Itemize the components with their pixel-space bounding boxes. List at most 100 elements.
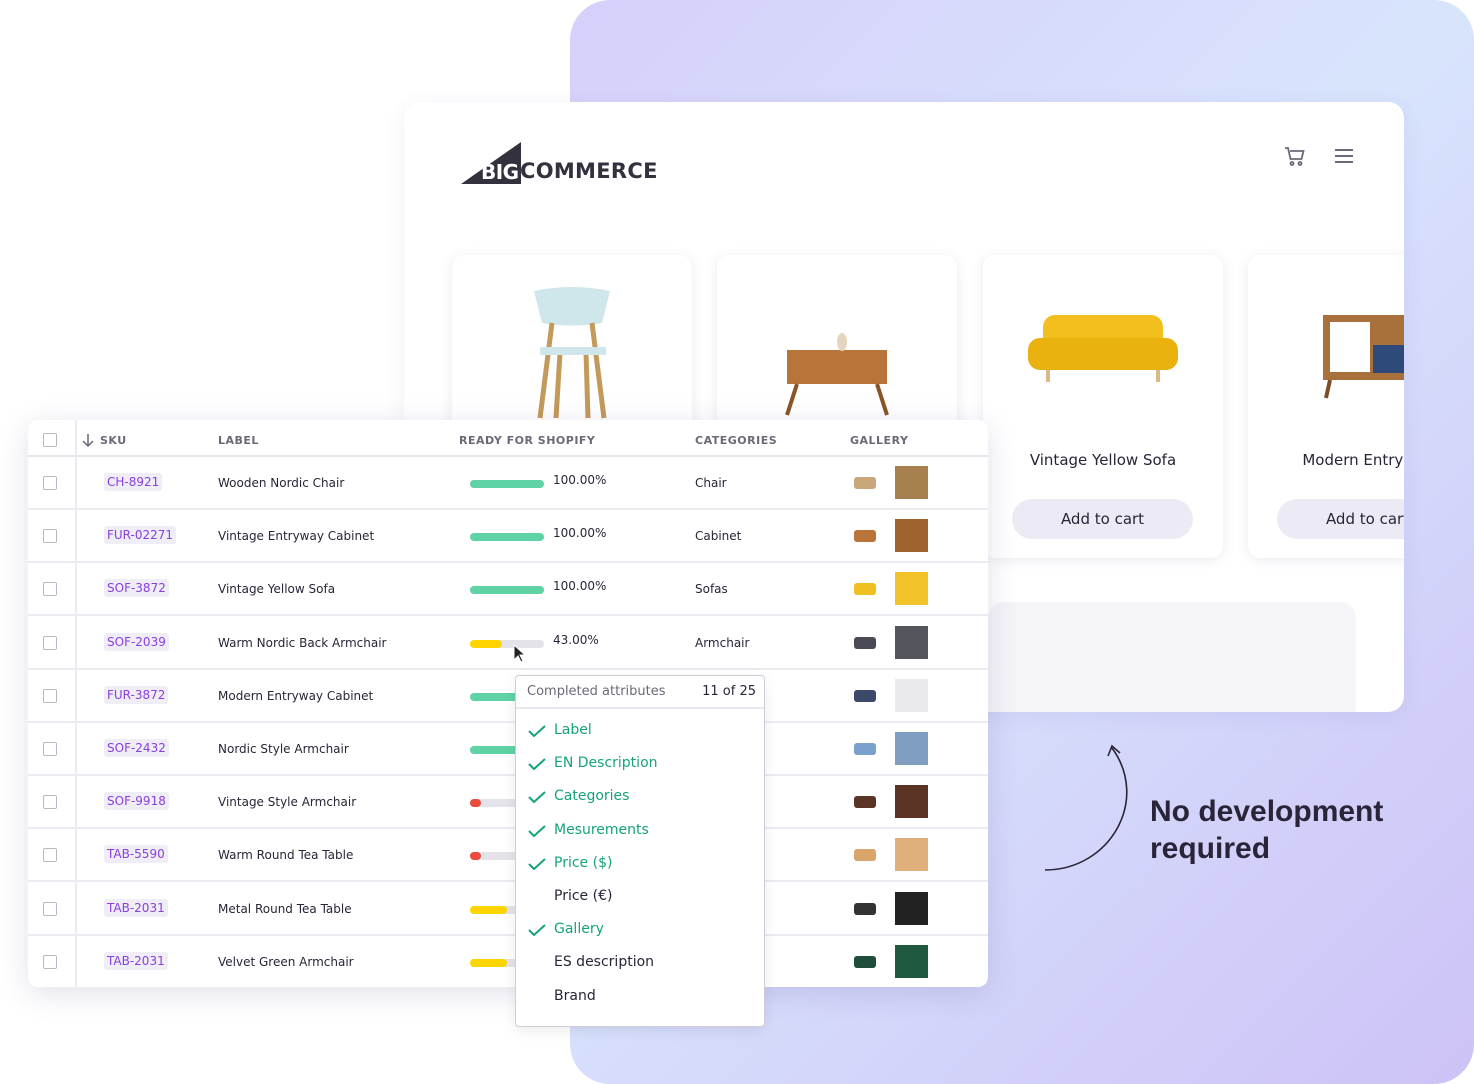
gallery-thumbnail[interactable]	[851, 788, 879, 816]
gallery-thumbnail[interactable]	[851, 735, 879, 763]
progress-bar[interactable]	[470, 639, 544, 648]
gallery-thumbnail[interactable]	[895, 466, 928, 499]
sku-badge[interactable]: TAB-5590	[104, 845, 168, 864]
gallery-thumbnail[interactable]	[851, 575, 879, 603]
row-checkbox[interactable]	[43, 476, 57, 490]
placeholder-block	[988, 602, 1356, 712]
sku-badge[interactable]: SOF-9918	[104, 792, 169, 811]
product-image	[1318, 310, 1404, 404]
product-label: Wooden Nordic Chair	[218, 476, 345, 490]
sku-badge[interactable]: SOF-2432	[104, 739, 169, 757]
sku-badge[interactable]: FUR-3872	[104, 685, 169, 704]
tooltip-title: Completed attributes	[527, 684, 666, 699]
row-checkbox[interactable]	[43, 529, 57, 544]
row-checkbox[interactable]	[43, 795, 57, 810]
table-row[interactable]: TAB-5590 Warm Round Tea Table	[28, 829, 988, 883]
product-title: Modern Entryway	[1302, 451, 1404, 469]
product-label: Warm Round Tea Table	[218, 848, 354, 863]
add-to-cart-button[interactable]: Add to cart	[1277, 499, 1404, 539]
sku-badge[interactable]: CH-8921	[104, 473, 163, 491]
table-row[interactable]: TAB-2031 Velvet Green Armchair	[28, 936, 988, 987]
sku-badge[interactable]: TAB-2031	[104, 951, 168, 970]
product-image	[777, 320, 897, 424]
check-icon	[528, 858, 546, 870]
gallery-thumbnail[interactable]	[851, 629, 879, 657]
add-to-cart-button[interactable]: Add to cart	[1012, 499, 1193, 539]
mouse-cursor-icon	[513, 644, 527, 663]
product-card[interactable]: Vintage Yellow Sofa Add to cart	[983, 255, 1223, 558]
gallery-thumbnail[interactable]	[851, 469, 879, 497]
attribute-item: Price ($)	[554, 854, 613, 871]
gallery-thumbnail[interactable]	[895, 891, 928, 925]
row-checkbox[interactable]	[43, 954, 57, 969]
gallery-thumbnail[interactable]	[895, 785, 928, 819]
gallery-thumbnail[interactable]	[895, 944, 928, 978]
product-image	[522, 283, 622, 427]
sku-badge[interactable]: TAB-2031	[104, 898, 168, 917]
progress-bar[interactable]	[470, 586, 544, 595]
row-checkbox[interactable]	[43, 688, 57, 703]
gallery-thumbnail[interactable]	[895, 519, 928, 553]
row-checkbox[interactable]	[43, 901, 57, 916]
gallery-thumbnail[interactable]	[895, 678, 928, 712]
row-checkbox[interactable]	[43, 742, 57, 756]
table-row[interactable]: SOF-2432 Nordic Style Armchair	[28, 723, 988, 776]
gallery-thumbnail[interactable]	[851, 841, 879, 869]
attribute-item: Brand	[554, 987, 596, 1004]
table-row[interactable]: SOF-9918 Vintage Style Armchair	[28, 776, 988, 830]
table-row[interactable]: FUR-3872 Modern Entryway Cabinet	[28, 670, 988, 723]
check-icon	[528, 725, 546, 737]
header-categories[interactable]: CATEGORIES	[695, 434, 777, 447]
table-row[interactable]: CH-8921 Wooden Nordic Chair 100.00% Chai…	[28, 457, 988, 510]
gallery-thumbnail[interactable]	[895, 732, 928, 765]
attribute-item: Mesurements	[554, 821, 649, 838]
tooltip-count: 11 of 25	[702, 684, 756, 699]
progress-percent: 43.00%	[553, 632, 599, 647]
bigcommerce-logo: BIG COMMERCE	[461, 142, 661, 187]
header-gallery[interactable]: GALLERY	[850, 434, 908, 447]
table-row[interactable]: SOF-2039 Warm Nordic Back Armchair 43.00…	[28, 617, 988, 670]
progress-bar[interactable]	[470, 533, 544, 542]
row-checkbox[interactable]	[43, 582, 57, 597]
product-label: Nordic Style Armchair	[218, 742, 349, 756]
sku-badge[interactable]: FUR-02271	[104, 526, 177, 545]
header-sku[interactable]: SKU	[100, 434, 127, 447]
gallery-thumbnail[interactable]	[851, 895, 879, 923]
header-label[interactable]: LABEL	[218, 434, 259, 447]
gallery-thumbnail[interactable]	[895, 838, 928, 872]
header-ready[interactable]: READY FOR SHOPIFY	[459, 434, 595, 447]
sku-badge[interactable]: SOF-3872	[104, 579, 169, 598]
check-icon	[528, 924, 546, 937]
gallery-thumbnail[interactable]	[851, 682, 879, 710]
gallery-thumbnail[interactable]	[851, 948, 879, 976]
product-card[interactable]: Modern Entryway Add to cart	[1248, 255, 1404, 558]
gallery-thumbnail[interactable]	[851, 522, 879, 550]
cart-icon[interactable]	[1283, 144, 1307, 168]
select-all-checkbox[interactable]	[43, 433, 57, 447]
product-image	[1028, 310, 1178, 394]
category: Armchair	[695, 635, 750, 650]
row-checkbox[interactable]	[43, 635, 57, 650]
product-label: Metal Round Tea Table	[218, 901, 352, 916]
attribute-item: Price (€)	[554, 888, 613, 904]
progress-bar[interactable]	[470, 480, 544, 488]
check-icon	[528, 791, 546, 804]
gallery-thumbnail[interactable]	[895, 625, 928, 659]
menu-icon[interactable]	[1332, 144, 1356, 168]
gallery-thumbnail[interactable]	[895, 572, 928, 606]
attribute-item: Label	[554, 722, 592, 738]
table-row[interactable]: FUR-02271 Vintage Entryway Cabinet 100.0…	[28, 510, 988, 564]
sort-down-icon[interactable]	[82, 433, 94, 447]
progress-percent: 100.00%	[553, 473, 607, 487]
table-row[interactable]: SOF-3872 Vintage Yellow Sofa 100.00% Sof…	[28, 563, 988, 617]
sku-badge[interactable]: SOF-2039	[104, 632, 169, 651]
row-checkbox[interactable]	[43, 848, 57, 863]
attribute-item: Gallery	[554, 921, 604, 938]
product-label: Vintage Yellow Sofa	[218, 582, 336, 597]
product-label: Vintage Entryway Cabinet	[218, 529, 375, 544]
cta-heading: No development required	[1150, 795, 1384, 865]
check-icon	[528, 758, 546, 771]
curved-arrow-icon	[1044, 744, 1128, 871]
table-row[interactable]: TAB-2031 Metal Round Tea Table	[28, 883, 988, 936]
product-label: Modern Entryway Cabinet	[218, 688, 374, 703]
